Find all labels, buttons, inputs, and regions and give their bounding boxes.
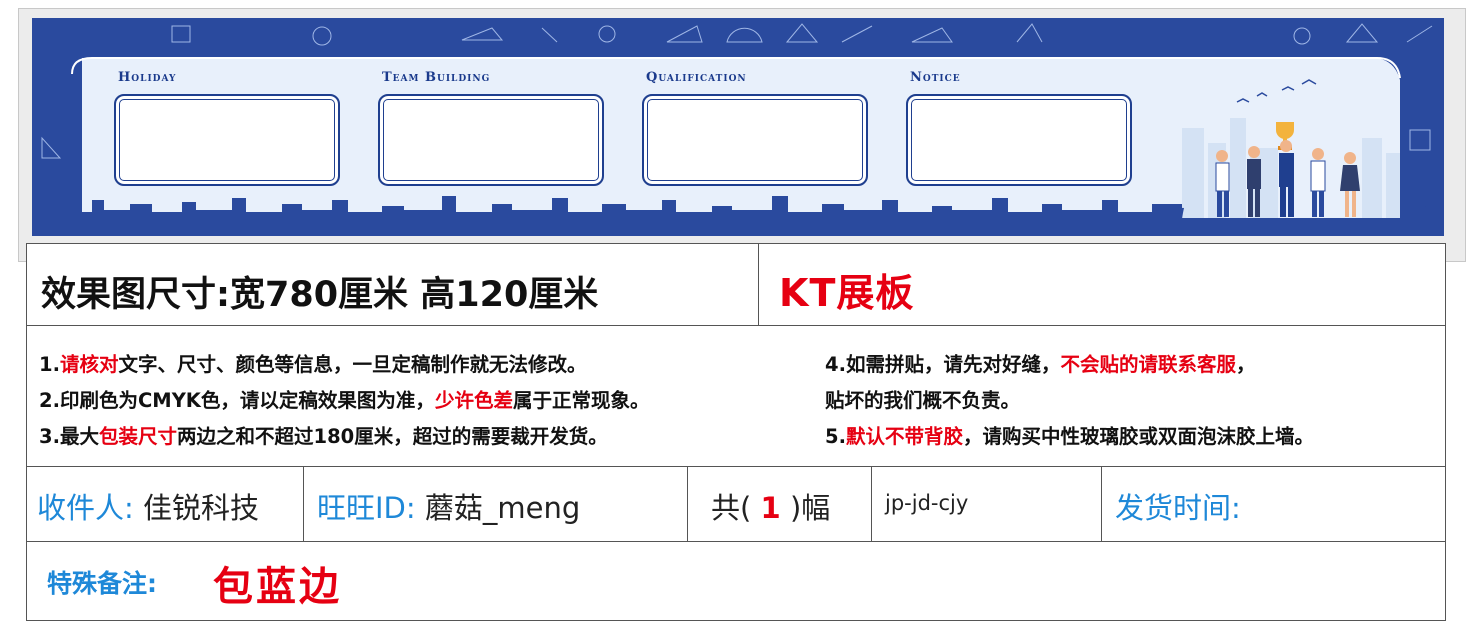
- note-segment: 4.如需拼贴，请先对好缝，: [825, 353, 1061, 376]
- count-field: 共( 1 )幅: [711, 485, 830, 527]
- order-row: 收件人: 佳锐科技 旺旺ID: 蘑菇_meng 共( 1 )幅 jp-jd-cj…: [27, 467, 1445, 542]
- note-segment: 5.: [825, 425, 846, 448]
- panel-box-team-building: [378, 94, 604, 186]
- wangwang-label: 旺旺ID:: [317, 491, 416, 525]
- order-divider-1: [303, 467, 304, 541]
- order-divider-2: [687, 467, 688, 541]
- order-info-table: 效果图尺寸:宽780厘米 高120厘米 KT展板 1.请核对文字、尺寸、颜色等信…: [26, 243, 1446, 621]
- spec-row: 效果图尺寸:宽780厘米 高120厘米 KT展板: [27, 244, 1445, 326]
- panel-box-holiday: [114, 94, 340, 186]
- design-preview-banner: Holiday Team Building Qualification Noti…: [32, 18, 1444, 236]
- panel-title-qualification: Qualification: [646, 70, 747, 85]
- note-segment: ，请购买中性玻璃胶或双面泡沫胶上墙。: [963, 425, 1315, 448]
- wangwang-value: 蘑菇_meng: [424, 491, 581, 525]
- count-suffix: )幅: [789, 491, 831, 525]
- note-segment: 请核对: [59, 353, 119, 376]
- panel-box-qualification: [642, 94, 868, 186]
- remark-row: 特殊备注: 包蓝边: [27, 542, 1445, 620]
- note-segment: 贴坏的我们概不负责。: [825, 389, 1021, 412]
- note-segment: 属于正常现象。: [512, 389, 650, 412]
- notes-row: 1.请核对文字、尺寸、颜色等信息，一旦定稿制作就无法修改。 2.印刷色为CMYK…: [27, 326, 1445, 467]
- note-line-4: 4.如需拼贴，请先对好缝，不会贴的请联系客服，: [825, 348, 1256, 377]
- spec-divider: [758, 244, 759, 325]
- note-segment: ，: [1236, 353, 1256, 376]
- note-segment: 文字、尺寸、颜色等信息，一旦定稿制作就无法修改。: [118, 353, 587, 376]
- note-segment: 3.最大: [39, 425, 99, 448]
- recipient-field: 收件人: 佳锐科技: [37, 485, 259, 527]
- order-divider-3: [871, 467, 872, 541]
- note-segment: 2.印刷色为CMYK色，请以定稿效果图为准，: [39, 389, 435, 412]
- remark-label: 特殊备注:: [47, 569, 157, 598]
- wangwang-field: 旺旺ID: 蘑菇_meng: [317, 485, 580, 527]
- size-spec-text: 效果图尺寸:宽780厘米 高120厘米: [41, 275, 599, 315]
- note-segment: 两边之和不超过180厘米，超过的需要裁开发货。: [177, 425, 608, 448]
- material-text: KT展板: [779, 271, 915, 315]
- panel-box-notice: [906, 94, 1132, 186]
- count-prefix: 共(: [711, 491, 752, 525]
- recipient-label: 收件人:: [37, 491, 134, 525]
- panel-title-notice: Notice: [910, 70, 961, 85]
- remark-value: 包蓝边: [213, 564, 342, 610]
- note-line-4b: 贴坏的我们概不负责。: [825, 384, 1020, 413]
- note-segment: 默认不带背胶: [845, 425, 963, 448]
- note-segment: 少许色差: [434, 389, 513, 412]
- recipient-value: 佳锐科技: [143, 491, 260, 525]
- note-segment: 包装尺寸: [98, 425, 177, 448]
- panel-title-holiday: Holiday: [118, 70, 177, 85]
- note-segment: 1.: [39, 353, 60, 376]
- count-value: 1: [760, 491, 781, 525]
- note-line-1: 1.请核对文字、尺寸、颜色等信息，一旦定稿制作就无法修改。: [39, 348, 587, 377]
- note-line-5: 5.默认不带背胶，请购买中性玻璃胶或双面泡沫胶上墙。: [825, 420, 1314, 449]
- panel-title-team-building: Team Building: [382, 70, 491, 85]
- note-segment: 不会贴的请联系客服: [1060, 353, 1236, 376]
- order-divider-4: [1101, 467, 1102, 541]
- order-code: jp-jd-cjy: [885, 491, 969, 515]
- note-line-2: 2.印刷色为CMYK色，请以定稿效果图为准，少许色差属于正常现象。: [39, 384, 649, 413]
- note-line-3: 3.最大包装尺寸两边之和不超过180厘米，超过的需要裁开发货。: [39, 420, 608, 449]
- ship-time-label: 发货时间:: [1115, 491, 1241, 525]
